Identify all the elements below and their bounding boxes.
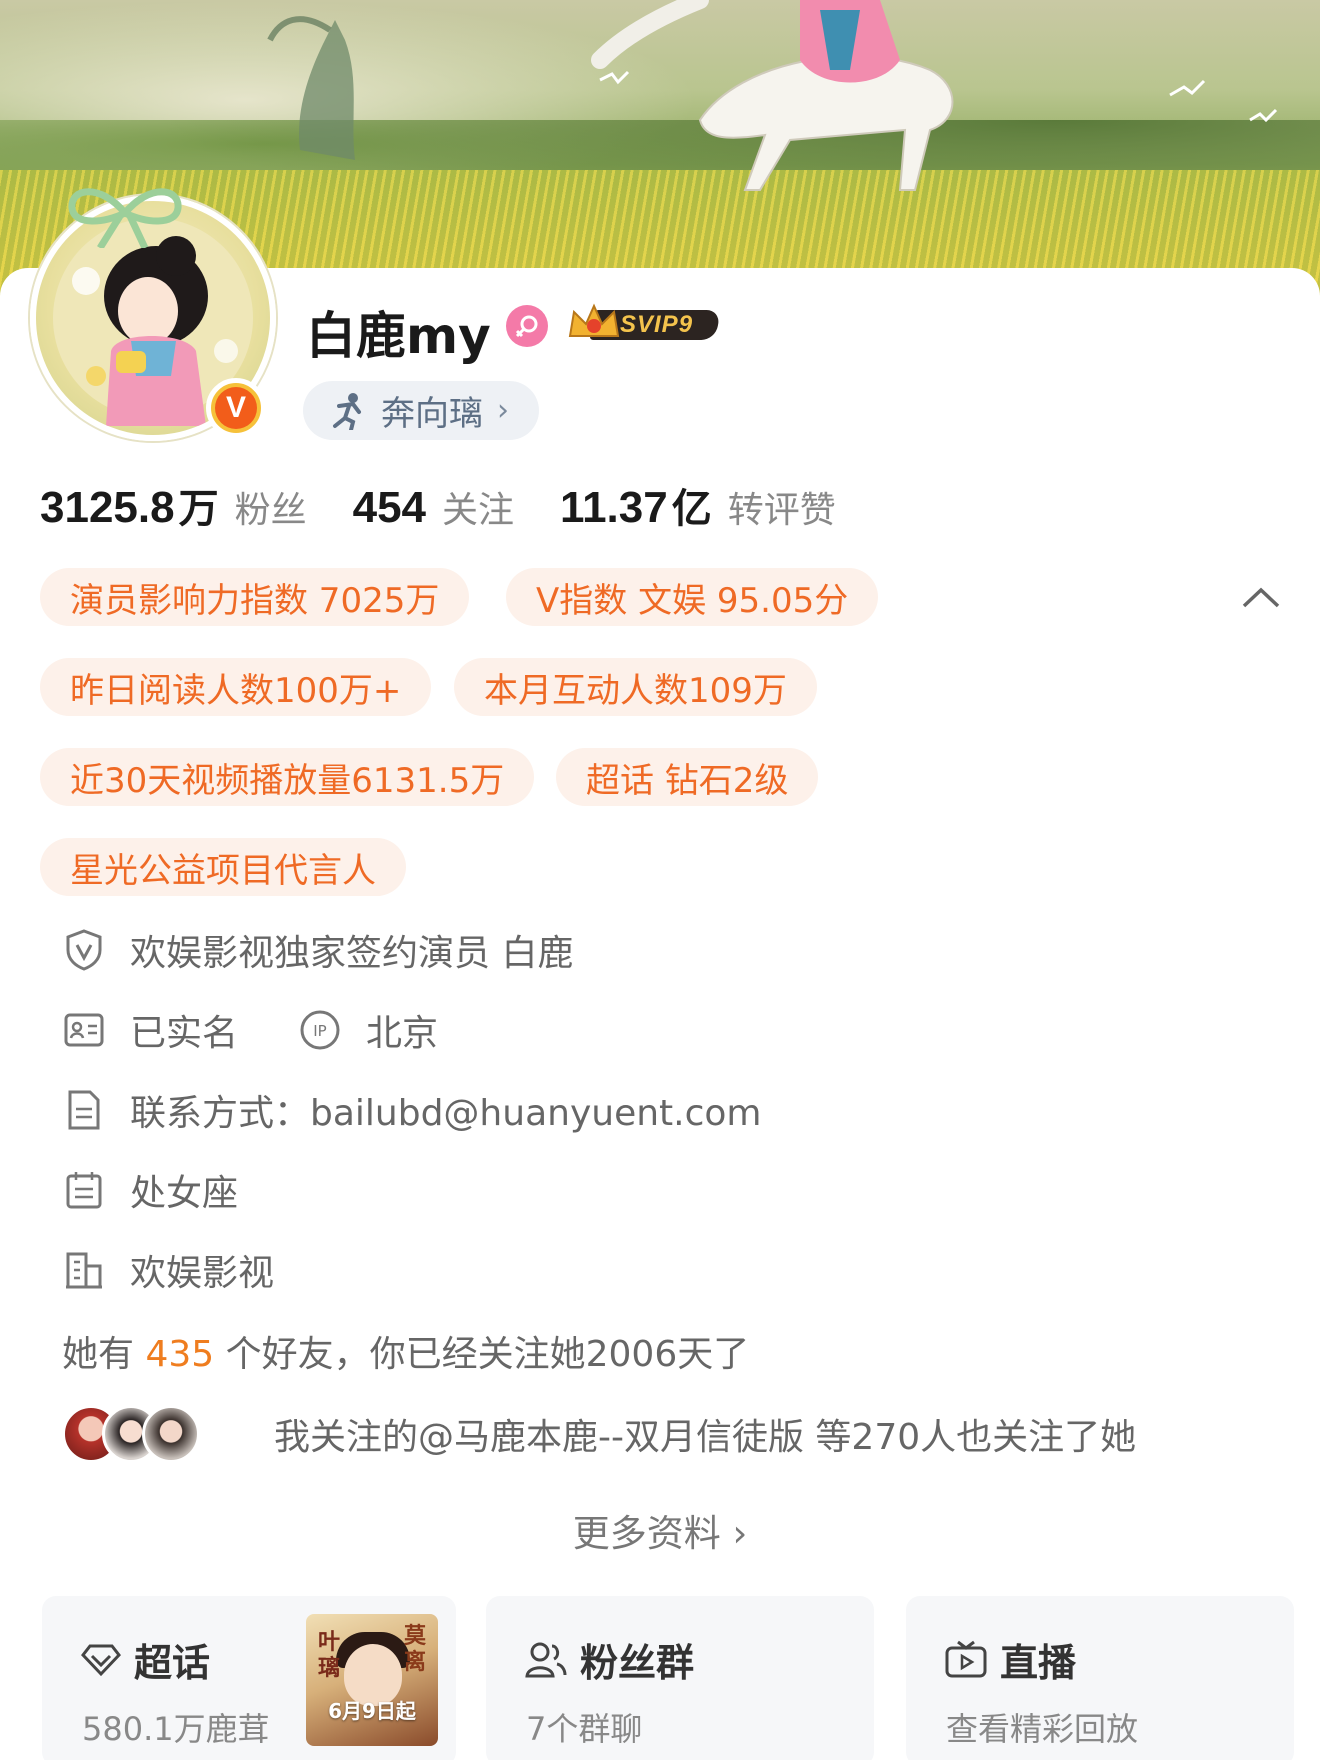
poster-date: 6月9日起 bbox=[328, 1699, 416, 1723]
fan-group-card[interactable]: 粉丝群 7个群聊 bbox=[486, 1596, 874, 1760]
chevron-right-icon: › bbox=[497, 393, 509, 428]
live-card[interactable]: 直播 查看精彩回放 bbox=[906, 1596, 1294, 1760]
verification-text: 欢娱影视独家签约演员 白鹿 bbox=[130, 933, 574, 974]
card-title-text: 粉丝群 bbox=[580, 1641, 695, 1685]
badge-pill[interactable]: 超话 钻石2级 bbox=[556, 748, 819, 806]
friends-suffix: 个好友，你已经关注她2006天了 bbox=[214, 1334, 750, 1375]
id-card-icon bbox=[62, 1008, 106, 1052]
stat-label: 关注 bbox=[442, 490, 515, 531]
company-text[interactable]: 欢娱影视 bbox=[130, 1244, 274, 1296]
stat-likes[interactable]: 11.37 亿 转评赞 bbox=[560, 476, 836, 534]
badge-pill[interactable]: 星光公益项目代言人 bbox=[40, 838, 406, 896]
diamond-icon bbox=[81, 1644, 121, 1676]
zodiac-text: 处女座 bbox=[130, 1173, 239, 1214]
ribbon-bow-icon bbox=[68, 188, 182, 248]
profile-tag-pill[interactable]: 奔向璃 › bbox=[303, 381, 539, 440]
info-company: 欢娱影视 bbox=[62, 1245, 274, 1295]
card-subtitle: 580.1万鹿茸 bbox=[82, 1710, 270, 1748]
badge-pill[interactable]: 近30天视频播放量6131.5万 bbox=[40, 748, 535, 806]
more-info-link[interactable]: 更多资料 › bbox=[0, 1503, 1320, 1557]
running-person-icon bbox=[333, 392, 361, 430]
badge-pill[interactable]: 演员影响力指数 7025万 bbox=[40, 568, 470, 626]
stats-row: 3125.8 万 粉丝 454 关注 11.37 亿 转评赞 bbox=[40, 476, 882, 534]
ip-location-icon: IP bbox=[298, 1008, 342, 1052]
avatar bbox=[142, 1405, 200, 1463]
group-icon bbox=[525, 1642, 567, 1677]
profile-name: 白鹿my bbox=[306, 307, 491, 365]
badge-pill[interactable]: 昨日阅读人数100万+ bbox=[40, 658, 432, 716]
profile-tag-label: 奔向璃 bbox=[381, 394, 483, 434]
svip-badge[interactable]: SVIP9 bbox=[564, 302, 722, 346]
svg-text:IP: IP bbox=[313, 1022, 326, 1040]
supertopic-card[interactable]: 超话 580.1万鹿茸 叶璃 莫离 6月9日起 bbox=[42, 1596, 456, 1760]
mutual-text: 我关注的@马鹿本鹿--双月信徒版 等270人也关注了她 bbox=[274, 1417, 1137, 1458]
badge-pill[interactable]: V指数 文娱 95.05分 bbox=[506, 568, 879, 626]
document-icon bbox=[62, 1088, 106, 1132]
stat-label: 转评赞 bbox=[727, 490, 836, 531]
info-contact: 联系方式：bailubd@huanyuent.com bbox=[62, 1085, 761, 1135]
info-identity: 已实名 IP 北京 bbox=[62, 1005, 438, 1055]
stat-unit: 亿 bbox=[671, 486, 712, 532]
friends-count[interactable]: 435 bbox=[145, 1334, 214, 1375]
drama-poster[interactable]: 叶璃 莫离 6月9日起 bbox=[306, 1614, 438, 1746]
stat-number: 454 bbox=[352, 483, 427, 532]
friends-summary: 她有 435 个好友，你已经关注她2006天了 bbox=[62, 1325, 749, 1377]
card-title: 直播 bbox=[944, 1632, 1076, 1687]
female-icon bbox=[506, 305, 548, 347]
poster-title-right: 莫离 bbox=[404, 1624, 427, 1675]
collapse-up-icon[interactable] bbox=[1240, 582, 1282, 612]
svip-label: SVIP9 bbox=[620, 311, 694, 338]
crown-icon bbox=[568, 303, 620, 337]
badge-pill[interactable]: 本月互动人数109万 bbox=[454, 658, 817, 716]
verified-badge: V bbox=[206, 378, 266, 438]
stat-followers[interactable]: 3125.8 万 粉丝 bbox=[40, 476, 307, 534]
building-icon bbox=[62, 1248, 106, 1292]
stat-number: 3125.8 bbox=[40, 483, 175, 532]
real-name-text: 已实名 bbox=[130, 1013, 239, 1054]
stat-label: 粉丝 bbox=[234, 490, 307, 531]
mutual-followers[interactable]: 我关注的@马鹿本鹿--双月信徒版 等270人也关注了她 bbox=[62, 1404, 1136, 1464]
card-subtitle: 7个群聊 bbox=[526, 1710, 643, 1748]
ip-location-text: 北京 bbox=[366, 1013, 439, 1054]
stat-following[interactable]: 454 关注 bbox=[353, 481, 514, 533]
card-title: 超话 bbox=[80, 1632, 210, 1687]
calendar-icon bbox=[62, 1168, 106, 1212]
card-title-text: 超话 bbox=[134, 1641, 211, 1685]
info-verification: 欢娱影视独家签约演员 白鹿 bbox=[62, 925, 573, 975]
info-zodiac: 处女座 bbox=[62, 1165, 238, 1215]
contact-text[interactable]: 联系方式：bailubd@huanyuent.com bbox=[130, 1084, 761, 1136]
mutual-avatars bbox=[62, 1405, 204, 1463]
card-title: 粉丝群 bbox=[524, 1632, 694, 1687]
friends-prefix: 她有 bbox=[62, 1334, 146, 1375]
tv-icon bbox=[945, 1640, 987, 1677]
card-subtitle: 查看精彩回放 bbox=[946, 1710, 1139, 1748]
card-title-text: 直播 bbox=[1000, 1641, 1077, 1685]
stat-number: 11.37 bbox=[560, 483, 668, 532]
poster-title-left: 叶璃 bbox=[318, 1630, 341, 1681]
stat-unit: 万 bbox=[178, 486, 219, 532]
shield-v-icon bbox=[62, 928, 106, 972]
verified-v-icon: V bbox=[215, 387, 257, 429]
